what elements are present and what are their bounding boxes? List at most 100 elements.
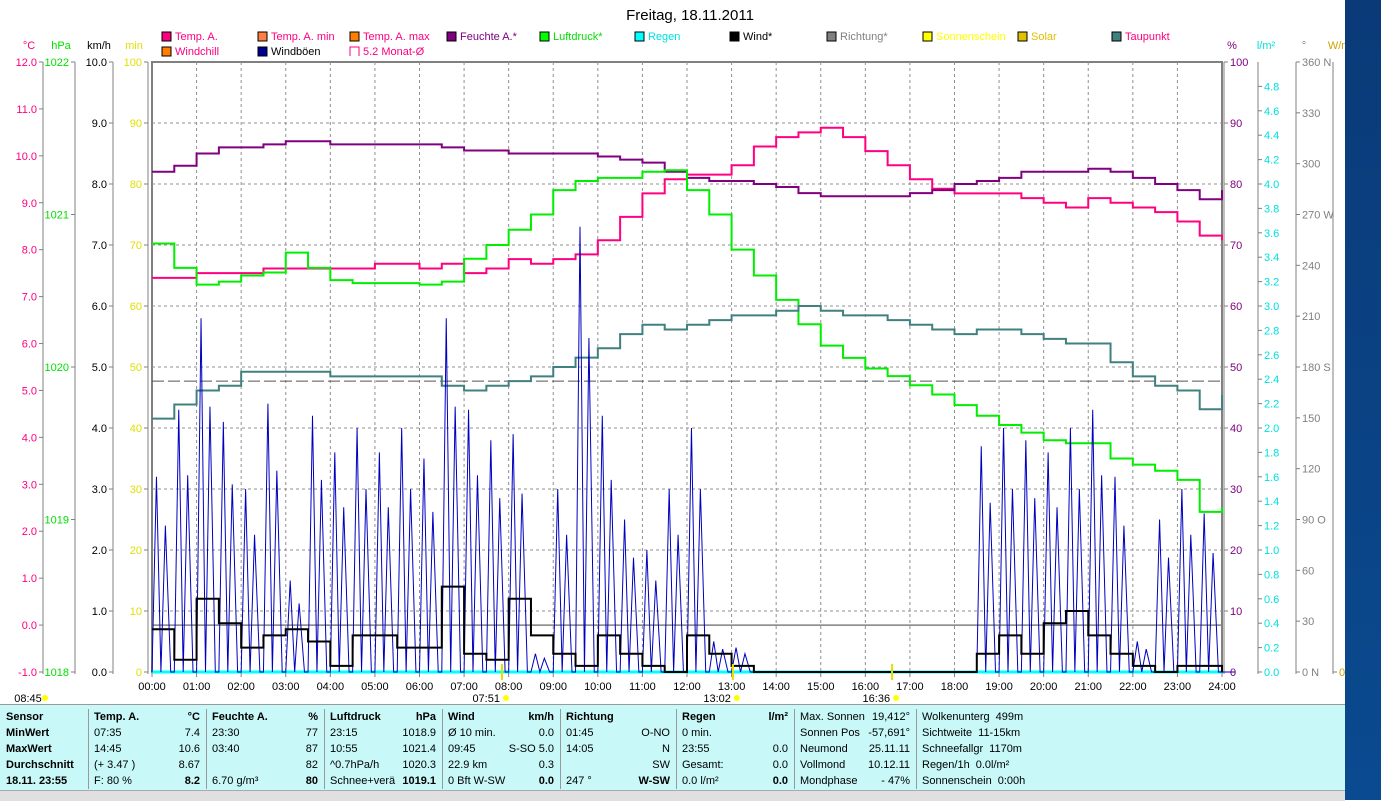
axis-tick-label: 0.0 [22, 620, 37, 632]
x-tick-label: 08:00 [495, 681, 523, 693]
stats-label: Sonnenschein [922, 775, 992, 787]
legend-label: Luftdruck* [553, 31, 603, 43]
stats-value: W-SW [638, 775, 670, 787]
stats-label: 01:45 [566, 727, 594, 739]
stats-value: 8.2 [184, 775, 200, 787]
stats-row: 01:45 O-NO [560, 725, 676, 741]
axis-tick-label: 270 W [1302, 210, 1334, 222]
stats-value: 25.11.11 [868, 743, 910, 755]
x-tick-label: 11:00 [629, 681, 656, 693]
stats-row: Wolkenunterg 499m [916, 709, 1066, 725]
axis-tick-label: 4.8 [1264, 81, 1279, 93]
legend-swatch [634, 31, 645, 42]
stats-label: 23:30 [212, 727, 240, 739]
axis-tick-label: 3.0 [92, 484, 107, 496]
stats-label: (+ 3.47 ) [94, 759, 136, 771]
axis-unit-pressure: hPa [51, 40, 71, 52]
legend-swatch [161, 31, 172, 42]
x-tick-label: 20:00 [1030, 681, 1058, 693]
stats-value: 0.0 [772, 759, 788, 771]
stats-label: Schneefallgr [922, 743, 984, 755]
stats-row: Regen/1h 0.0l/m² [916, 757, 1066, 773]
x-tick-label: 07:00 [450, 681, 478, 693]
stats-row: Schneefallgr 1170m [916, 741, 1066, 757]
axis-tick-label: 0.6 [1264, 594, 1279, 606]
x-tick-label: 01:00 [183, 681, 211, 693]
stats-column: Max. Sonnen 19,412° Sonnen Pos -57,691° Neum… [794, 709, 917, 789]
stats-value: 0.0l/m² [975, 759, 1010, 771]
stats-label: Richtung [566, 711, 614, 723]
x-tick-label: 18:00 [941, 681, 969, 693]
stats-row: 6.70 g/m³ 80 [206, 773, 324, 789]
axis-tick-label: 360 N [1302, 57, 1331, 69]
desktop-background [1345, 0, 1381, 800]
stats-value: - 47% [881, 775, 910, 787]
stats-row: 03:40 87 [206, 741, 324, 757]
axis-tick-label: 330 [1302, 108, 1320, 120]
axis-tick-label: 10 [130, 606, 142, 618]
legend-swatch [922, 31, 933, 42]
stats-label: 0.0 l/m² [682, 775, 719, 787]
stats-row: 23:30 77 [206, 725, 324, 741]
stats-column: Wind km/h Ø 10 min. 0.0 09:45 S-SO 5.0 22.9 km… [442, 709, 561, 789]
legend-swatch [257, 46, 268, 57]
axis-tick-label: 5.0 [92, 362, 107, 374]
axis-tick-label: 11.0 [16, 104, 37, 116]
axis-tick-label: 0.2 [1264, 643, 1279, 655]
sun-event-time: 13:02 [703, 693, 731, 704]
stats-label: 14:05 [566, 743, 594, 755]
axis-tick-label: 0.0 [92, 667, 107, 679]
sun-icon [502, 695, 509, 701]
stats-value: 0:00h [997, 775, 1026, 787]
axis-tick-label: 1019 [45, 515, 69, 527]
axis-tick-label: 1020 [45, 362, 69, 374]
stats-row: Durchschnitt [0, 757, 88, 773]
axis-tick-label: 8.0 [22, 245, 37, 257]
stats-label: 03:40 [212, 743, 240, 755]
axis-tick-label: 4.4 [1264, 130, 1279, 142]
axis-tick-label: 4.2 [1264, 155, 1279, 167]
legend-label: Taupunkt [1125, 31, 1170, 43]
axis-tick-label: 6.0 [92, 301, 107, 313]
stats-row: 0 Bft W-SW 0.0 [442, 773, 560, 789]
axis-tick-label: 3.2 [1264, 277, 1279, 289]
axis-unit-solar: W/m² [1328, 40, 1345, 52]
axis-tick-label: 3.8 [1264, 203, 1279, 215]
axis-tick-label: 12.0 [16, 57, 37, 69]
stats-value: 77 [305, 727, 318, 739]
stats-value: -57,691° [868, 727, 910, 739]
stats-value: 499m [995, 711, 1024, 723]
axis-unit-sun: min [125, 40, 143, 52]
stats-label: 18.11. 23:55 [6, 775, 68, 787]
stats-value: hPa [415, 711, 436, 723]
stats-value: SW [652, 759, 670, 771]
axis-tick-label: 1.4 [1264, 496, 1279, 508]
statistics-panel: Sensor MinWert MaxWert Durchschnitt 18.11. 2… [0, 704, 1345, 791]
stats-row: Vollmond 10.12.11 [794, 757, 916, 773]
stats-row: 23:15 1018.9 [324, 725, 442, 741]
axis-tick-label: 1.0 [22, 573, 37, 585]
stats-label: 0 Bft W-SW [448, 775, 506, 787]
x-tick-label: 03:00 [272, 681, 300, 693]
stats-row: Wind km/h [442, 709, 560, 725]
legend-label: Windböen [271, 46, 321, 58]
legend-swatch [349, 31, 360, 42]
stats-value: 11-15km [978, 727, 1021, 739]
x-tick-label: 05:00 [361, 681, 389, 693]
stats-value: 0.0 [772, 775, 788, 787]
stats-label: Schnee+verä [330, 775, 396, 787]
axis-tick-label: 150 [1302, 413, 1320, 425]
stats-value: l/m² [768, 711, 788, 723]
stats-label: Neumond [800, 743, 848, 755]
axis-tick-label: 1.0 [1264, 545, 1279, 557]
legend-label: Temp. A. max [363, 31, 430, 43]
axis-tick-label: 1.8 [1264, 447, 1279, 459]
sun-event-time: 08:45 [14, 693, 42, 704]
axis-tick-label: 2.0 [1264, 423, 1279, 435]
x-tick-label: 19:00 [985, 681, 1013, 693]
stats-value: 1170m [989, 743, 1022, 755]
x-tick-label: 22:00 [1119, 681, 1147, 693]
axis-tick-label: 50 [1230, 362, 1242, 374]
stats-column: Wolkenunterg 499m Sichtweite 11-15km Schneef… [916, 709, 1066, 789]
axis-tick-label: 1.0 [92, 606, 107, 618]
